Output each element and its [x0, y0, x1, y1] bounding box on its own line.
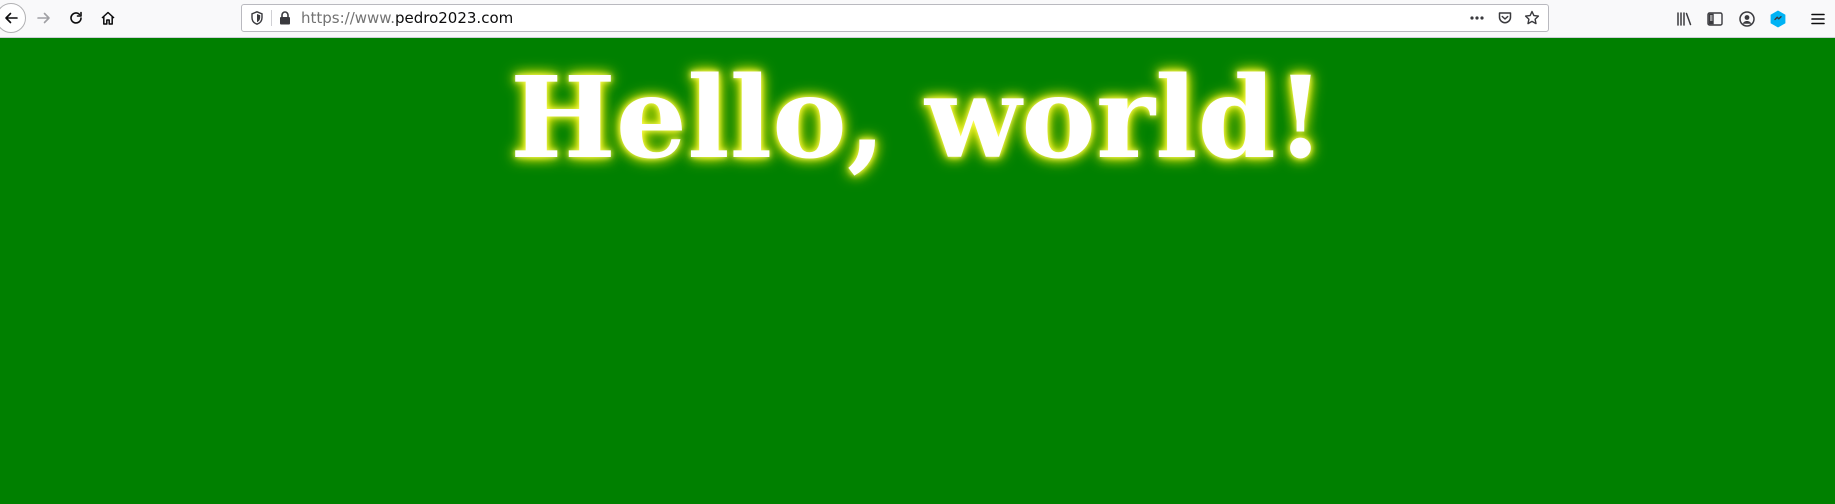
- browser-window: https://www.pedro2023.com Hello, world!: [0, 0, 1835, 504]
- address-bar[interactable]: https://www.pedro2023.com: [241, 4, 1549, 32]
- url-prefix: https://www.: [301, 9, 395, 27]
- forward-arrow-icon: [36, 10, 52, 26]
- urlbar-separator: [271, 10, 272, 26]
- lock-icon[interactable]: [277, 10, 293, 26]
- navigation-toolbar: https://www.pedro2023.com: [0, 0, 1835, 38]
- extension-icon[interactable]: [1768, 9, 1788, 29]
- forward-button[interactable]: [29, 3, 59, 33]
- reload-button[interactable]: [61, 3, 91, 33]
- pocket-icon[interactable]: [1495, 9, 1515, 27]
- star-icon[interactable]: [1522, 9, 1542, 27]
- more-horizontal-icon[interactable]: [1467, 9, 1487, 27]
- url-text[interactable]: https://www.pedro2023.com: [301, 5, 513, 31]
- home-icon: [100, 10, 116, 26]
- sidebar-icon[interactable]: [1705, 9, 1725, 29]
- hamburger-menu-icon[interactable]: [1808, 9, 1828, 29]
- page-heading: Hello, world!: [509, 53, 1325, 184]
- url-domain: pedro2023.com: [394, 9, 514, 27]
- account-icon[interactable]: [1737, 9, 1757, 29]
- home-button[interactable]: [93, 3, 123, 33]
- shield-icon[interactable]: [249, 10, 265, 26]
- page-content: Hello, world!: [0, 38, 1835, 504]
- reload-icon: [68, 10, 84, 26]
- library-icon[interactable]: [1674, 9, 1694, 29]
- back-button[interactable]: [0, 3, 26, 33]
- back-arrow-icon: [3, 10, 19, 26]
